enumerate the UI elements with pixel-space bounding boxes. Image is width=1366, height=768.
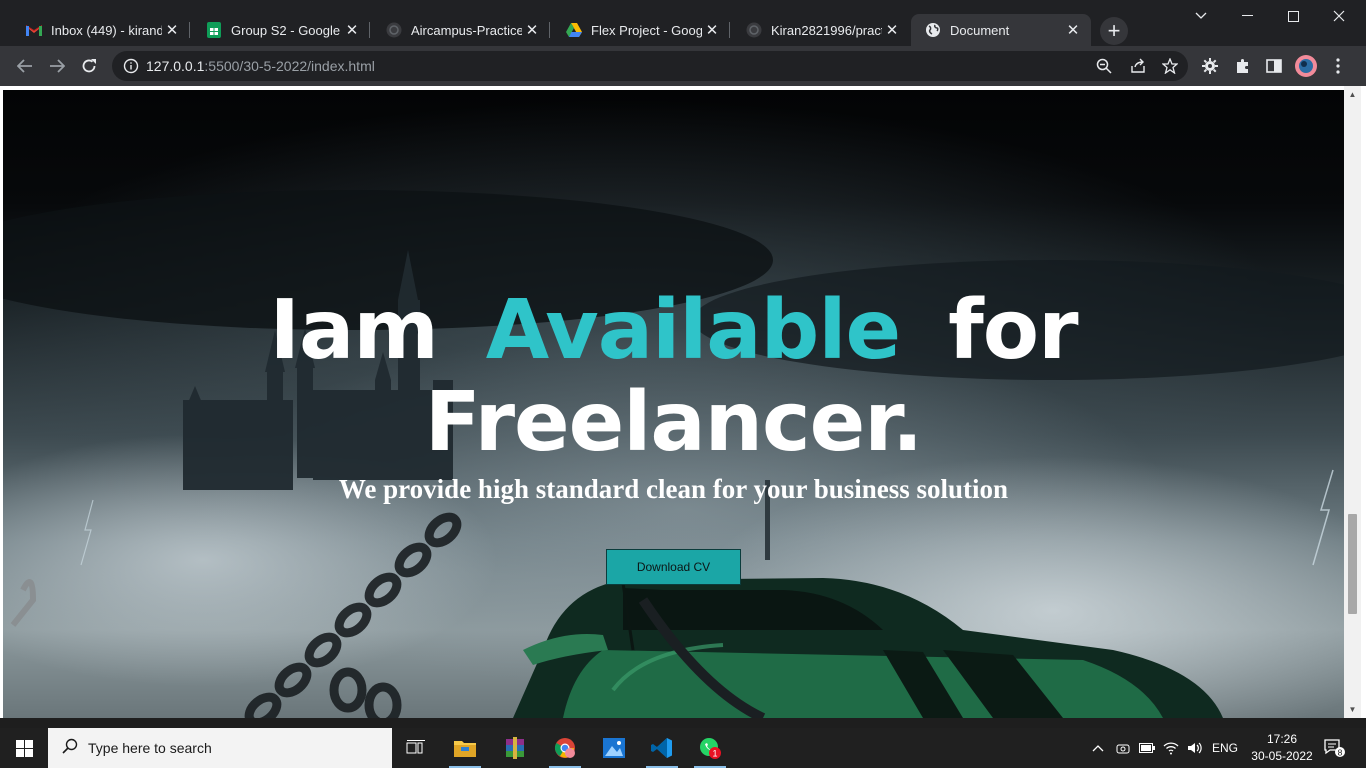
- tab-google-drive[interactable]: Flex Project - Google ✕: [552, 14, 730, 46]
- page-viewport: Iam Available for Freelancer. We provide h…: [0, 86, 1366, 718]
- gmail-icon: [26, 22, 42, 38]
- tab-google-sheets[interactable]: Group S2 - Google Sh ✕: [192, 14, 370, 46]
- bookmark-star-icon[interactable]: [1160, 56, 1180, 76]
- close-tab-icon[interactable]: ✕: [1063, 20, 1083, 40]
- tab-gmail[interactable]: Inbox (449) - kirandch ✕: [12, 14, 190, 46]
- clock-date: 30-05-2022: [1251, 749, 1313, 763]
- address-bar[interactable]: 127.0.0.1:5500/30-5-2022/index.html: [112, 51, 1188, 81]
- url-text: 127.0.0.1:5500/30-5-2022/index.html: [146, 58, 375, 74]
- tab-github-aircampus[interactable]: Aircampus-Practice/re ✕: [372, 14, 550, 46]
- close-window-icon[interactable]: [1316, 0, 1362, 32]
- headline-word-iam: Iam: [269, 283, 438, 378]
- taskbar-search-box[interactable]: Type here to search: [48, 728, 392, 768]
- download-cv-button[interactable]: Download CV: [606, 549, 741, 585]
- scroll-up-arrow-icon[interactable]: ▲: [1344, 86, 1361, 103]
- extensions-puzzle-icon[interactable]: [1231, 54, 1255, 78]
- close-tab-icon[interactable]: ✕: [162, 20, 182, 40]
- tab-title: Group S2 - Google Sh: [231, 22, 342, 38]
- search-icon: [62, 738, 78, 759]
- sheets-icon: [206, 22, 222, 38]
- tab-separator: [729, 22, 730, 38]
- hero-section: Iam Available for Freelancer. We provide h…: [3, 90, 1344, 718]
- scrollbar-thumb[interactable]: [1348, 514, 1357, 614]
- close-tab-icon[interactable]: ✕: [882, 20, 902, 40]
- close-tab-icon[interactable]: ✕: [522, 20, 542, 40]
- new-tab-button[interactable]: +: [1100, 17, 1128, 45]
- close-tab-icon[interactable]: ✕: [342, 20, 362, 40]
- drive-icon: [566, 22, 582, 38]
- whatsapp-icon[interactable]: 1: [686, 728, 734, 768]
- tab-separator: [189, 22, 190, 38]
- browser-menu-icon[interactable]: [1326, 54, 1350, 78]
- tab-title: Inbox (449) - kirandch: [51, 22, 162, 38]
- battery-icon[interactable]: [1136, 728, 1158, 768]
- tab-title: Flex Project - Google: [591, 22, 702, 38]
- github-icon: [746, 22, 762, 38]
- url-host: 127.0.0.1: [146, 58, 205, 74]
- windows-taskbar: Type here to search 1 ENG 17:26 30-05-20…: [0, 728, 1366, 768]
- search-placeholder: Type here to search: [88, 740, 212, 756]
- page-scrollbar[interactable]: ▲ ▼: [1344, 86, 1361, 718]
- file-explorer-icon[interactable]: [441, 728, 489, 768]
- globe-icon: [925, 22, 941, 38]
- tab-title: Document: [950, 22, 1010, 38]
- tab-document-active[interactable]: Document ✕: [911, 14, 1091, 46]
- browser-toolbar: 127.0.0.1:5500/30-5-2022/index.html: [0, 46, 1366, 86]
- back-button[interactable]: [11, 52, 39, 80]
- tab-github-practice[interactable]: Kiran2821996/practic ✕: [732, 14, 910, 46]
- share-icon[interactable]: [1128, 56, 1148, 76]
- headline-word-available: Available: [485, 283, 901, 378]
- settings-gear-extension-icon[interactable]: [1198, 54, 1222, 78]
- headline-word-for: for: [948, 283, 1078, 378]
- url-path: :5500/30-5-2022/index.html: [204, 58, 375, 74]
- hero-tagline: We provide high standard clean for your …: [338, 474, 1009, 504]
- forward-button[interactable]: [43, 52, 71, 80]
- browser-tab-strip: Inbox (449) - kirandch ✕ Group S2 - Goog…: [0, 0, 1366, 46]
- webcam-tray-icon[interactable]: [1112, 728, 1134, 768]
- headline-line-1: Iam Available for: [3, 286, 1344, 376]
- profile-avatar[interactable]: [1294, 54, 1318, 78]
- task-view-icon[interactable]: [392, 728, 440, 768]
- winrar-icon[interactable]: [491, 728, 539, 768]
- tab-separator: [549, 22, 550, 38]
- close-tab-icon[interactable]: ✕: [702, 20, 722, 40]
- side-panel-icon[interactable]: [1262, 54, 1286, 78]
- tab-search-dropdown-icon[interactable]: [1178, 0, 1224, 32]
- zoom-icon[interactable]: [1094, 56, 1114, 76]
- tab-separator: [369, 22, 370, 38]
- tab-title: Aircampus-Practice/re: [411, 22, 522, 38]
- windows-start-button[interactable]: [0, 728, 48, 768]
- show-hidden-icons-chevron-icon[interactable]: [1088, 728, 1108, 768]
- scroll-down-arrow-icon[interactable]: ▼: [1344, 701, 1361, 718]
- input-language[interactable]: ENG: [1208, 728, 1242, 768]
- vscode-icon[interactable]: [638, 728, 686, 768]
- reload-button[interactable]: [75, 52, 103, 80]
- tab-title: Kiran2821996/practic: [771, 22, 882, 38]
- notifications-icon[interactable]: 8: [1318, 728, 1352, 768]
- system-clock[interactable]: 17:26 30-05-2022: [1250, 731, 1314, 765]
- whatsapp-badge: 1: [712, 749, 717, 759]
- github-icon: [386, 22, 402, 38]
- wifi-icon[interactable]: [1160, 728, 1182, 768]
- notifications-count: 8: [1338, 747, 1343, 757]
- clock-time: 17:26: [1266, 732, 1298, 746]
- volume-icon[interactable]: [1184, 728, 1206, 768]
- maximize-window-icon[interactable]: [1270, 0, 1316, 32]
- minimize-window-icon[interactable]: [1224, 0, 1270, 32]
- headline-line-2: Freelancer.: [424, 375, 923, 470]
- chrome-icon[interactable]: [541, 728, 589, 768]
- editor-status-strip: [0, 718, 1366, 728]
- photos-icon[interactable]: [590, 728, 638, 768]
- site-info-icon[interactable]: [116, 58, 146, 74]
